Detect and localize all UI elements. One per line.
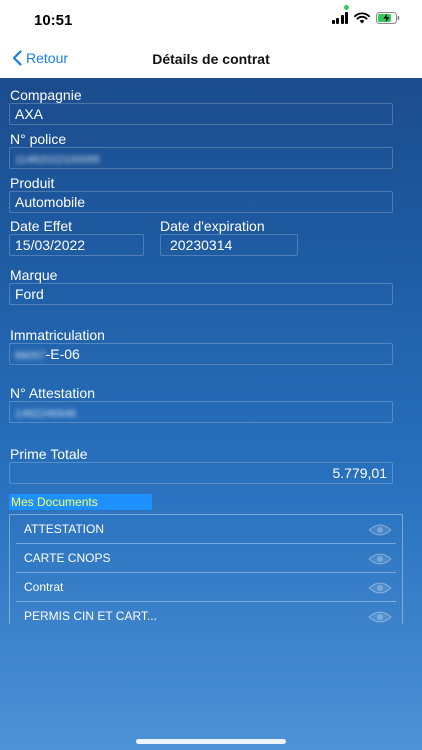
document-item-attestation[interactable]: ATTESTATION (16, 515, 396, 544)
document-label: Contrat (24, 580, 64, 594)
document-label: CARTE CNOPS (24, 551, 111, 565)
prime-field: 5.779,01 (9, 462, 393, 484)
home-indicator[interactable] (136, 739, 286, 744)
attestation-field: 1482246946 (9, 401, 393, 423)
marque-label: Marque (10, 267, 58, 283)
police-value: 11482022100095 (15, 154, 100, 166)
document-label: ATTESTATION (24, 522, 104, 536)
prime-value: 5.779,01 (332, 465, 388, 481)
compagnie-label: Compagnie (10, 87, 82, 103)
date-effet-label: Date Effet (10, 218, 73, 234)
attestation-label: N° Attestation (10, 385, 95, 401)
immatriculation-field: 88057-E-06 (9, 343, 393, 365)
privacy-indicator (344, 5, 349, 10)
produit-value: Automobile (15, 194, 86, 210)
police-label: N° police (10, 131, 67, 147)
document-item-permis[interactable]: PERMIS CIN ET CART... (16, 602, 396, 624)
wifi-icon (354, 12, 370, 24)
immatriculation-value-hidden: 88057 (15, 350, 46, 362)
documents-title: Mes Documents (9, 494, 152, 510)
eye-icon[interactable] (368, 581, 392, 595)
date-effet-value: 15/03/2022 (15, 237, 86, 253)
eye-icon[interactable] (368, 552, 392, 566)
documents-list[interactable]: ATTESTATION CARTE CNOPS Contrat PERMIS C… (9, 514, 403, 624)
compagnie-value: AXA (15, 106, 44, 122)
contract-details: Compagnie AXA N° police 11482022100095 P… (0, 78, 422, 750)
compagnie-field: AXA (9, 103, 393, 125)
marque-field: Ford (9, 283, 393, 305)
marque-value: Ford (15, 286, 44, 302)
attestation-value: 1482246946 (15, 408, 77, 420)
signal-icon (331, 12, 348, 24)
page-title: Détails de contrat (152, 51, 270, 67)
police-field: 11482022100095 (9, 147, 393, 169)
status-time: 10:51 (34, 12, 73, 29)
document-item-contrat[interactable]: Contrat (16, 573, 396, 602)
immatriculation-value-visible: -E-06 (45, 346, 80, 362)
navigation-bar: Retour Détails de contrat (0, 40, 422, 78)
date-expiration-label: Date d'expiration (160, 218, 265, 234)
immatriculation-label: Immatriculation (10, 327, 105, 343)
prime-label: Prime Totale (10, 446, 88, 462)
status-bar: 10:51 (0, 0, 422, 40)
eye-icon[interactable] (368, 523, 392, 537)
produit-field: Automobile (9, 191, 393, 213)
date-expiration-field: 20230314 (160, 234, 298, 256)
status-icons (331, 12, 401, 24)
document-item-carte-cnops[interactable]: CARTE CNOPS (16, 544, 396, 573)
date-effet-field: 15/03/2022 (9, 234, 144, 256)
eye-icon[interactable] (368, 610, 392, 624)
produit-label: Produit (10, 175, 55, 191)
battery-charging-icon (376, 12, 400, 24)
document-label: PERMIS CIN ET CART... (24, 609, 157, 623)
date-expiration-value: 20230314 (170, 237, 233, 253)
